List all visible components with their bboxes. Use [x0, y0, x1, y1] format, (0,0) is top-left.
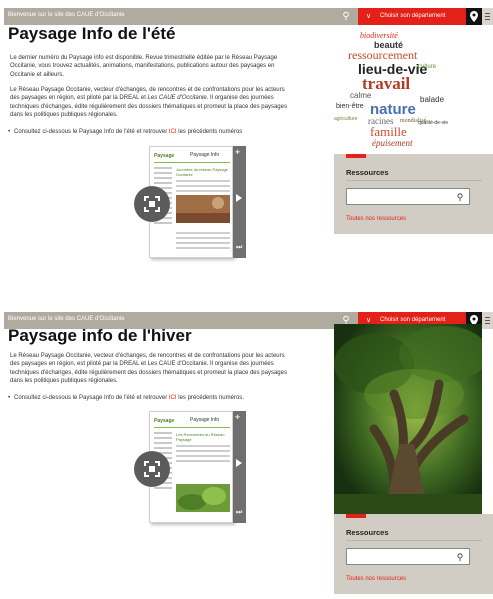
- welcome-text: Bienvenue sur le site des CAUE d'Occitan…: [8, 12, 125, 18]
- tree-photo: [334, 324, 482, 514]
- menu-icon[interactable]: [482, 8, 493, 25]
- wordcloud-word: épuisement: [372, 138, 413, 148]
- network-paragraph: Le Réseau Paysage Occitanie, vecteur d'é…: [10, 87, 287, 118]
- resources-title: Ressources: [346, 528, 389, 537]
- wordcloud-word: culture: [418, 64, 437, 70]
- archive-link[interactable]: ICI: [169, 395, 177, 401]
- department-label: Choisir son département: [380, 317, 446, 323]
- wordcloud-word: biodiversité: [360, 31, 398, 40]
- viewer-controls: ✚ ⏭: [233, 146, 246, 258]
- department-label: Choisir son département: [380, 13, 446, 19]
- archive-link[interactable]: ICI: [169, 129, 177, 135]
- screenshot-panel-winter: Bienvenue sur le site des CAUE d'Occitan…: [4, 312, 493, 597]
- map-pin-icon[interactable]: [466, 8, 482, 25]
- wordcloud-word: agriculture: [334, 116, 358, 122]
- fullscreen-button[interactable]: [134, 451, 170, 487]
- consult-bullet: Consultez ci-dessous le Paysage Info de …: [8, 394, 298, 402]
- consult-bullet: Consultez ci-dessous le Paysage Info de …: [8, 128, 298, 136]
- department-selector[interactable]: ∨ Choisir son département: [358, 8, 466, 25]
- resources-box: Ressources ⚲ Toutes nos ressources: [334, 154, 493, 234]
- word-cloud: biodiversité beauté ressourcement lieu-d…: [334, 28, 450, 148]
- publication-brand: Paysage: [154, 153, 175, 159]
- resources-title: Ressources: [346, 168, 389, 177]
- welcome-text: Bienvenue sur le site des CAUE d'Occitan…: [8, 316, 125, 322]
- publication-brand: Paysage: [154, 418, 175, 424]
- wordcloud-word: mondialisé: [400, 118, 427, 124]
- network-paragraph: Le Réseau Paysage Occitanie, vecteur d'é…: [10, 353, 287, 384]
- all-resources-link[interactable]: Toutes nos ressources: [346, 576, 406, 582]
- publication-headline: Journées du réseau Paysage Occitanie: [176, 167, 229, 177]
- zoom-icon[interactable]: ✚: [235, 149, 240, 156]
- wordcloud-word: bien-être: [336, 103, 364, 110]
- fullscreen-icon: [144, 196, 160, 212]
- publication-title: Paysage Info: [190, 152, 220, 158]
- wordcloud-word: ressourcement: [348, 48, 418, 62]
- resources-accent: [346, 514, 366, 518]
- all-resources-link[interactable]: Toutes nos ressources: [346, 216, 406, 222]
- page-title: Paysage Info de l'été: [8, 24, 176, 43]
- top-bar: Bienvenue sur le site des CAUE d'Occitan…: [4, 8, 493, 25]
- wordcloud-word: balade: [420, 95, 445, 104]
- article-photo: [176, 195, 230, 223]
- search-icon[interactable]: ⚲: [453, 551, 467, 563]
- resources-search-input[interactable]: [346, 188, 470, 205]
- screenshot-panel-summer: Bienvenue sur le site des CAUE d'Occitan…: [4, 8, 493, 270]
- publication-headline: Les Rencontres du Réseau Paysage: [176, 432, 225, 442]
- last-page-icon[interactable]: ⏭: [236, 244, 242, 252]
- wordcloud-word: famille: [370, 124, 407, 139]
- resources-box: Ressources ⚲ Toutes nos ressources: [334, 514, 493, 594]
- fullscreen-icon: [144, 461, 160, 477]
- last-page-icon[interactable]: ⏭: [236, 509, 242, 517]
- zoom-icon[interactable]: ✚: [235, 414, 240, 421]
- next-page-icon[interactable]: [236, 194, 242, 202]
- intro-paragraph: Le dernier numéro du Paysage info est di…: [10, 55, 278, 78]
- resources-accent: [346, 154, 366, 158]
- wordcloud-word: calme: [350, 91, 372, 100]
- chevron-down-icon: ∨: [366, 13, 372, 20]
- search-icon[interactable]: ⚲: [334, 8, 358, 25]
- search-icon[interactable]: ⚲: [453, 191, 467, 203]
- resources-search-input[interactable]: [346, 548, 470, 565]
- next-page-icon[interactable]: [236, 459, 242, 467]
- publication-title: Paysage Info: [190, 417, 220, 423]
- menu-icon[interactable]: [482, 312, 493, 329]
- page-title: Paysage info de l'hiver: [8, 326, 192, 345]
- article-photo: [176, 484, 230, 512]
- fullscreen-button[interactable]: [134, 186, 170, 222]
- viewer-controls: ✚ ⏭: [233, 411, 246, 523]
